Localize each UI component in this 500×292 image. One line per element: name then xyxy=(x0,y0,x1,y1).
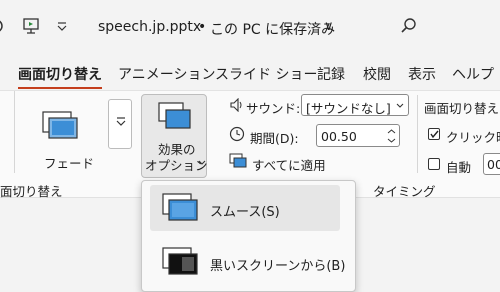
group-label-transitions: 面切り替え xyxy=(0,184,63,199)
menu-item-smooth[interactable]: スムース(S) xyxy=(150,185,340,231)
on-click-label: クリック時 xyxy=(446,130,500,145)
title-separator: • xyxy=(198,19,207,35)
apply-all-button[interactable]: すべてに適用 xyxy=(252,155,326,174)
effect-options-menu: スムース(S) 黒いスクリーンから(B) xyxy=(141,180,356,292)
spinner-arrows-icon[interactable] xyxy=(387,128,396,144)
chevron-down-icon xyxy=(396,103,404,108)
sound-label: サウンド: xyxy=(246,101,301,116)
save-status[interactable]: この PC に保存済み xyxy=(210,19,335,39)
auto-time-value: 00 xyxy=(487,157,500,172)
tab-slideshow[interactable]: スライド ショー xyxy=(215,64,317,84)
title-bar: speech.jp.pptx • この PC に保存済み ∨ xyxy=(0,0,500,52)
duration-label: 期間(D): xyxy=(250,131,299,146)
ribbon-tabs: 画面切り替え アニメーション スライド ショー 記録 校閲 表示 ヘルプ xyxy=(0,56,500,89)
apply-all-icon xyxy=(229,153,247,168)
sound-icon xyxy=(230,98,242,112)
sound-select-value: [サウンドなし] xyxy=(306,101,391,116)
advance-slide-label: 画面切り替えの xyxy=(424,101,500,116)
tab-transitions[interactable]: 画面切り替え xyxy=(18,64,102,89)
tab-view[interactable]: 表示 xyxy=(408,64,436,84)
tab-record[interactable]: 記録 xyxy=(317,64,345,84)
auto-time-input[interactable]: 00 xyxy=(483,153,500,175)
fade-label: フェード xyxy=(44,156,95,171)
gallery-expand-icon xyxy=(116,117,126,126)
chevron-down-icon[interactable]: ∨ xyxy=(324,19,334,34)
check-icon xyxy=(430,130,439,139)
through-black-transition-icon xyxy=(162,247,198,275)
chevron-down-icon xyxy=(198,160,206,165)
group-label-timing: タイミング xyxy=(373,184,436,199)
redo-icon[interactable] xyxy=(0,18,8,34)
menu-item-through-black[interactable]: 黒いスクリーンから(B) xyxy=(150,239,345,285)
effect-options-button[interactable]: 効果の オプション xyxy=(141,94,208,178)
sound-select[interactable]: [サウンドなし] xyxy=(301,94,409,116)
group-separator xyxy=(417,95,418,173)
duration-spinner[interactable]: 00.50 xyxy=(316,124,400,147)
search-icon[interactable] xyxy=(400,17,418,35)
clock-icon xyxy=(229,126,245,142)
fade-transition-icon xyxy=(42,111,78,139)
customize-qat-icon[interactable] xyxy=(56,20,68,32)
tab-review[interactable]: 校閲 xyxy=(363,64,391,84)
auto-label: 自動 xyxy=(446,160,472,175)
tab-animations[interactable]: アニメーション xyxy=(118,64,215,84)
duration-value: 00.50 xyxy=(321,129,357,144)
tab-help[interactable]: ヘルプ xyxy=(452,64,494,84)
menu-item-smooth-label: スムース(S) xyxy=(210,205,280,220)
present-from-start-icon[interactable] xyxy=(22,17,40,35)
gallery-left-edge xyxy=(14,91,15,173)
transition-fade-tile[interactable]: フェード xyxy=(18,99,104,171)
auto-checkbox[interactable] xyxy=(428,158,440,170)
gallery-more-button[interactable] xyxy=(108,99,132,149)
menu-item-through-black-label: 黒いスクリーンから(B) xyxy=(210,259,346,274)
effect-options-icon xyxy=(158,102,191,129)
document-filename: speech.jp.pptx xyxy=(98,19,202,35)
on-click-checkbox[interactable] xyxy=(428,128,440,140)
smooth-transition-icon xyxy=(162,193,198,221)
